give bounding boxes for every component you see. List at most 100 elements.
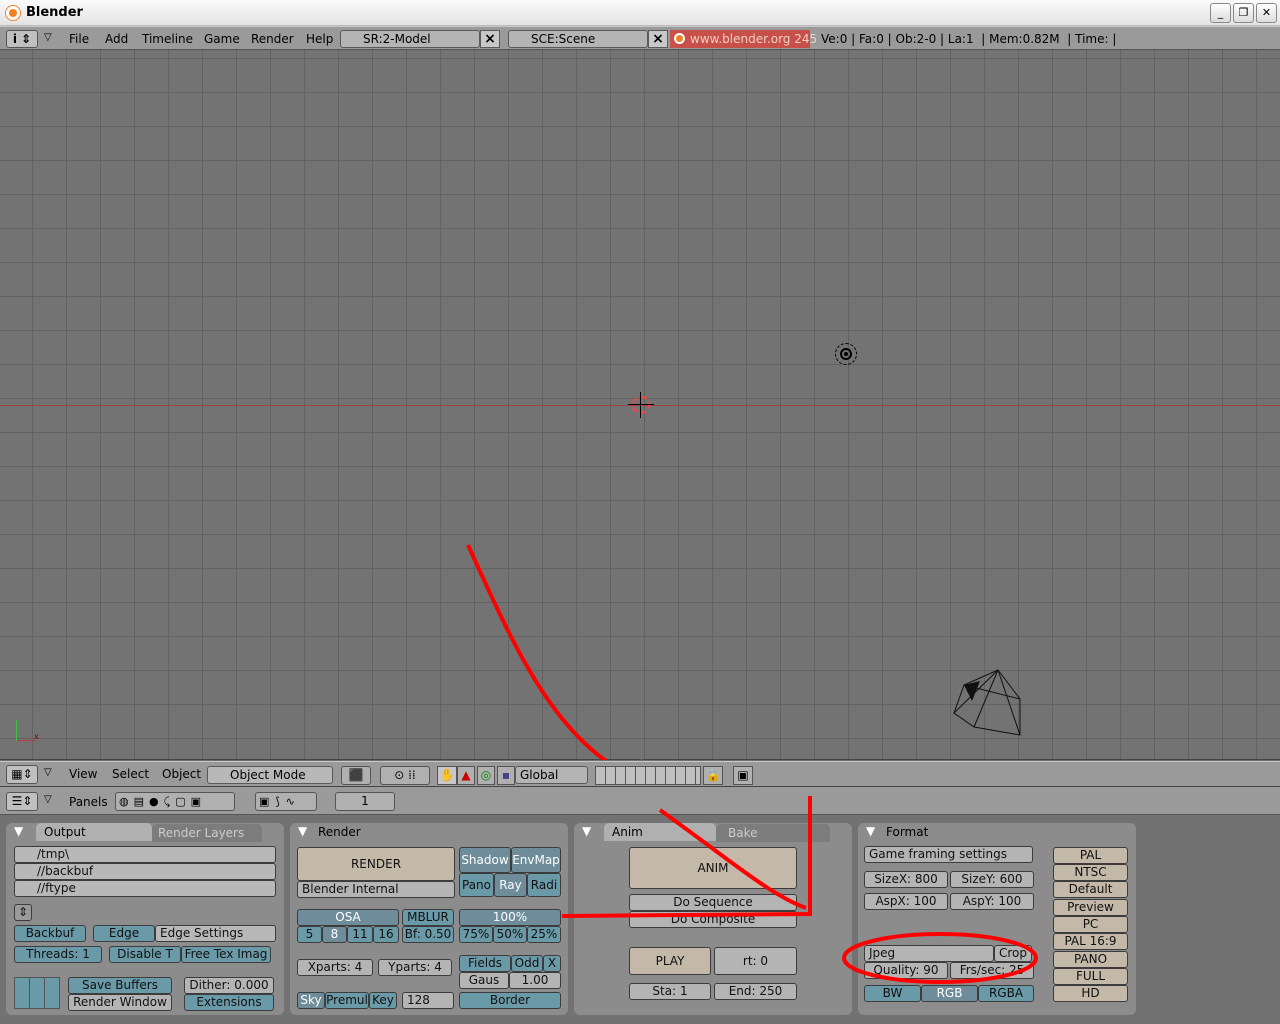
bf-field[interactable]: Bf: 0.50 [402,926,454,943]
osa-11[interactable]: 11 [347,926,373,943]
aspx-field[interactable]: AspX: 100 [864,893,948,910]
start-frame-field[interactable]: Sta: 1 [629,983,711,1000]
preset-ntsc[interactable]: NTSC [1053,864,1128,881]
end-frame-field[interactable]: End: 250 [714,983,797,1000]
dispview-grid-icon[interactable] [14,977,60,1009]
render-window-selector[interactable]: Render Window [68,994,172,1011]
tab-render-layers[interactable]: Render Layers [152,824,262,842]
translate-icon[interactable]: ▲ [457,766,475,785]
menu-timeline[interactable]: Timeline [142,32,193,46]
shadow-toggle[interactable]: Shadow [459,847,511,873]
disable-tex-toggle[interactable]: Disable T [109,946,181,963]
preset-pal-16-9[interactable]: PAL 16:9 [1053,933,1128,950]
radi-toggle[interactable]: Radi [527,873,561,897]
layer-buttons[interactable] [595,766,701,785]
buttons-editor-icon[interactable]: ☰⇕ [6,792,38,811]
panel-collapse-icon[interactable]: ▼ [14,824,23,838]
tab-output[interactable]: Output [36,823,152,841]
rt-field[interactable]: rt: 0 [714,947,797,975]
premul-toggle[interactable]: Premul [325,992,369,1009]
scene-selector[interactable]: SCE:Scene [508,30,648,48]
osa-8[interactable]: 8 [322,926,347,943]
key-toggle[interactable]: Key [369,992,397,1009]
frame-field[interactable]: 1 [335,792,395,811]
anim-button[interactable]: ANIM [629,847,797,889]
border-toggle[interactable]: Border [459,992,561,1009]
do-composite-toggle[interactable]: Do Composite [629,911,797,928]
size-100-toggle[interactable]: 100% [459,909,561,926]
panel-collapse-icon[interactable]: ▼ [866,824,875,838]
delete-scene-button[interactable]: × [648,30,668,48]
menu-game[interactable]: Game [204,32,240,46]
bits-selector[interactable]: 128 [402,992,454,1009]
delete-screen-button[interactable]: × [480,30,500,48]
filter-type-selector[interactable]: Gaus [459,972,509,989]
close-button[interactable]: ✕ [1256,3,1277,23]
render-view-icon[interactable]: ▣ [733,766,753,785]
blender-link[interactable]: www.blender.org 245 [670,30,817,48]
menu-add[interactable]: Add [105,32,128,46]
mode-selector[interactable]: Object Mode [207,766,333,784]
panel-collapse-icon[interactable]: ▼ [582,824,591,838]
preset-default[interactable]: Default [1053,881,1128,898]
preset-hd[interactable]: HD [1053,985,1128,1002]
size-50-toggle[interactable]: 50% [493,926,527,943]
envmap-toggle[interactable]: EnvMap [511,847,561,873]
osa-5[interactable]: 5 [297,926,322,943]
rgba-toggle[interactable]: RGBA [978,985,1034,1002]
pano-toggle[interactable]: Pano [459,873,494,897]
scale-icon[interactable]: ▪ [497,766,515,785]
crop-toggle[interactable]: Crop [994,945,1032,962]
tab-bake[interactable]: Bake [716,824,830,842]
minimize-button[interactable]: _ [1210,3,1231,23]
backbuf-path-field[interactable]: //backbuf [14,863,276,880]
screen-select-icon[interactable]: ⇕ [14,904,32,921]
backbuf-toggle[interactable]: Backbuf [14,925,86,942]
save-buffers-toggle[interactable]: Save Buffers [68,977,172,994]
quality-field[interactable]: Quality: 90 [864,962,948,979]
edge-toggle[interactable]: Edge [93,925,155,942]
tab-anim[interactable]: Anim [604,823,716,841]
sizex-field[interactable]: SizeX: 800 [864,871,948,888]
game-framing-button[interactable]: Game framing settings [864,846,1033,863]
threads-field[interactable]: Threads: 1 [14,946,102,963]
render-subcontext-buttons[interactable]: ▣⟆∿ [255,792,317,811]
render-engine-selector[interactable]: Blender Internal [297,881,455,898]
rgb-toggle[interactable]: RGB [921,985,978,1002]
3d-viewport[interactable]: x [0,50,1280,760]
context-buttons[interactable]: ◍▤●⤹▢▣ [115,792,235,811]
play-button[interactable]: PLAY [629,947,711,975]
mblur-toggle[interactable]: MBLUR [402,909,454,926]
menu-render[interactable]: Render [251,32,294,46]
rotate-icon[interactable]: ◎ [477,766,495,785]
panel-collapse-icon[interactable]: ▼ [298,824,307,838]
orientation-selector[interactable]: Global [515,766,588,784]
menu-view[interactable]: View [69,767,97,781]
menu-select[interactable]: Select [112,767,149,781]
editor-type-selector[interactable]: i ⇕ [6,30,38,48]
preset-preview[interactable]: Preview [1053,899,1128,916]
extensions-toggle[interactable]: Extensions [184,994,274,1011]
edge-settings-button[interactable]: Edge Settings [155,925,276,942]
preset-pano[interactable]: PANO [1053,951,1128,968]
grid-editor-icon[interactable]: ▦⇕ [6,765,38,784]
ftype-path-field[interactable]: //ftype [14,880,276,897]
menu-object[interactable]: Object [162,767,201,781]
osa-toggle[interactable]: OSA [297,909,399,926]
file-type-selector[interactable]: Jpeg [864,945,994,962]
dither-field[interactable]: Dither: 0.000 [184,977,274,994]
draw-type-icon[interactable]: ⬛ [341,766,371,785]
fields-toggle[interactable]: Fields [459,955,511,972]
odd-toggle[interactable]: Odd [511,955,543,972]
x-toggle[interactable]: X [543,955,561,972]
sky-toggle[interactable]: Sky [297,992,325,1009]
menu-file[interactable]: File [69,32,89,46]
aspy-field[interactable]: AspY: 100 [950,893,1034,910]
render-button[interactable]: RENDER [297,847,455,881]
filter-size-field[interactable]: 1.00 [509,972,561,989]
lock-icon[interactable]: 🔒 [703,766,723,785]
manipulator-hand-icon[interactable]: ✋ [437,766,457,785]
yparts-field[interactable]: Yparts: 4 [378,959,452,976]
preset-full[interactable]: FULL [1053,968,1128,985]
preset-pc[interactable]: PC [1053,916,1128,933]
